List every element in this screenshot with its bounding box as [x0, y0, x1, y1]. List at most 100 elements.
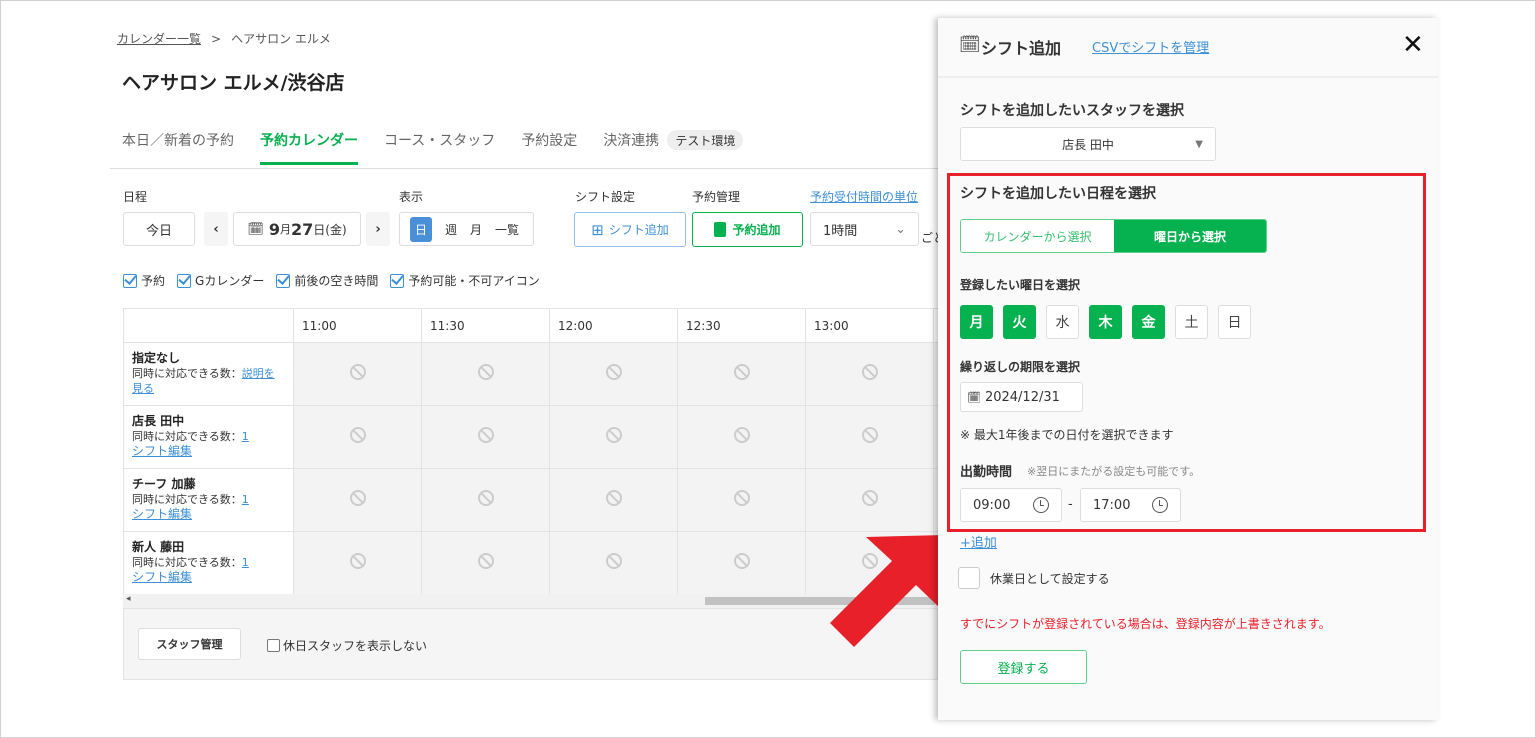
view-day[interactable]: 日 — [410, 217, 432, 242]
shift-add-button[interactable]: ⊞シフト追加 — [574, 212, 686, 247]
slot-cell[interactable] — [678, 343, 806, 406]
staff-cell: チーフ 加藤同時に対応できる数：1 シフト編集 — [124, 469, 294, 532]
slot-cell[interactable] — [678, 406, 806, 469]
capacity-link[interactable]: 1 — [242, 556, 249, 569]
time-unit-link[interactable]: 予約受付時間の単位 — [810, 188, 918, 205]
capacity-label: 同時に対応できる数： — [132, 493, 242, 506]
slot-cell[interactable] — [678, 469, 806, 532]
view-month[interactable]: 月 — [470, 221, 482, 238]
slot-cell[interactable] — [422, 532, 550, 595]
unavailable-icon — [350, 490, 366, 506]
capacity-link[interactable]: 1 — [242, 493, 249, 506]
view-week[interactable]: 週 — [445, 221, 457, 238]
slot-cell[interactable] — [678, 532, 806, 595]
tab-today[interactable]: 本日／新着の予約 — [122, 130, 234, 165]
date-suffix: 日(金) — [313, 221, 346, 238]
repeat-date-input[interactable]: 🗓 2024/12/31 — [960, 382, 1083, 412]
day-thu[interactable]: 木 — [1089, 305, 1122, 339]
slot-cell[interactable] — [806, 469, 934, 532]
staff-cell: 指定なし同時に対応できる数：説明を見る — [124, 343, 294, 406]
capacity-label: 同時に対応できる数： — [132, 556, 242, 569]
time-header: 13:00 — [806, 309, 934, 343]
shift-edit-link[interactable]: シフト編集 — [132, 507, 192, 521]
tab-course-staff[interactable]: コース・スタッフ — [384, 130, 495, 165]
filter-gcalendar[interactable]: Gカレンダー — [177, 272, 264, 289]
staff-manage-button[interactable]: スタッフ管理 — [138, 628, 241, 660]
slot-cell[interactable] — [806, 406, 934, 469]
tab-settings[interactable]: 予約設定 — [521, 130, 577, 165]
breadcrumb-calendar-list[interactable]: カレンダー一覧 — [117, 32, 201, 46]
repeat-date-value: 2024/12/31 — [985, 390, 1060, 405]
staff-select[interactable]: 店長 田中 ▼ — [960, 127, 1216, 161]
slot-cell[interactable] — [422, 469, 550, 532]
day-sun[interactable]: 日 — [1218, 305, 1251, 339]
add-time-link[interactable]: +追加 — [960, 532, 997, 551]
work-time-label: 出勤時間 — [960, 461, 1012, 480]
slot-cell[interactable] — [294, 406, 422, 469]
slot-cell[interactable] — [550, 532, 678, 595]
caret-down-icon: ▼ — [1195, 139, 1203, 150]
shift-edit-link[interactable]: シフト編集 — [132, 444, 192, 458]
slot-cell[interactable] — [422, 343, 550, 406]
chevron-down-icon: ⌄ — [895, 222, 906, 237]
slot-cell[interactable] — [550, 343, 678, 406]
day-tue[interactable]: 火 — [1003, 305, 1036, 339]
calendar-table-wrap: 11:0011:3012:0012:3013:00 指定なし同時に対応できる数：… — [123, 308, 938, 595]
reservation-add-button[interactable]: 予約追加 — [692, 212, 803, 247]
staff-name: チーフ 加藤 — [132, 477, 195, 491]
time-unit-select[interactable]: 1時間⌄ — [810, 212, 919, 246]
tab-calendar[interactable]: 予約カレンダー — [260, 130, 358, 165]
date-select-label: シフトを追加したい日程を選択 — [960, 183, 1156, 203]
unavailable-icon — [734, 364, 750, 380]
slot-cell[interactable] — [806, 343, 934, 406]
checkbox[interactable] — [958, 567, 980, 589]
scroll-left-arrow-icon[interactable]: ◂ — [126, 594, 131, 604]
slot-cell[interactable] — [294, 469, 422, 532]
slot-cell[interactable] — [550, 469, 678, 532]
unavailable-icon — [606, 553, 622, 569]
unavailable-icon — [606, 490, 622, 506]
slot-cell[interactable] — [550, 406, 678, 469]
panel-header: 🗓 シフト追加 CSVでシフトを管理 ✕ — [938, 18, 1438, 78]
slot-cell[interactable] — [294, 343, 422, 406]
holiday-checkbox[interactable]: 休業日として設定する — [958, 567, 1110, 589]
register-button[interactable]: 登録する — [960, 650, 1087, 684]
next-day-button[interactable]: › — [366, 212, 390, 246]
close-icon[interactable]: ✕ — [1402, 30, 1424, 60]
mode-weekday-button[interactable]: 曜日から選択 — [1114, 220, 1266, 252]
slot-cell[interactable] — [294, 532, 422, 595]
view-list[interactable]: 一覧 — [495, 221, 519, 238]
horizontal-scrollbar[interactable]: ◂ — [123, 594, 938, 608]
mode-calendar-button[interactable]: カレンダーから選択 — [961, 220, 1114, 252]
filter-availability-icon[interactable]: 予約可能・不可アイコン — [390, 272, 539, 289]
day-fri[interactable]: 金 — [1132, 305, 1165, 339]
csv-manage-link[interactable]: CSVでシフトを管理 — [1092, 37, 1209, 56]
unavailable-icon — [606, 427, 622, 443]
checkbox[interactable] — [267, 639, 280, 652]
day-sat[interactable]: 土 — [1175, 305, 1208, 339]
table-header-row: 11:0011:3012:0012:3013:00 — [124, 309, 939, 343]
capacity-label: 同時に対応できる数： — [132, 367, 242, 380]
prev-day-button[interactable]: ‹ — [204, 212, 228, 246]
filter-reservation[interactable]: 予約 — [123, 272, 165, 289]
today-button[interactable]: 今日 — [123, 212, 195, 246]
start-time-input[interactable]: 09:00 — [960, 488, 1062, 522]
staff-select-value: 店長 田中 — [1062, 136, 1114, 153]
table-footer: スタッフ管理 休日スタッフを表示しない — [123, 608, 938, 680]
calendar-icon: 🗓 — [967, 391, 981, 404]
filter-label: 予約可能・不可アイコン — [408, 272, 539, 289]
day-wed[interactable]: 水 — [1046, 305, 1079, 339]
end-time-input[interactable]: 17:00 — [1080, 488, 1181, 522]
checkbox-checked-icon — [276, 274, 290, 288]
hide-off-staff-checkbox[interactable]: 休日スタッフを表示しない — [267, 637, 427, 654]
slot-cell[interactable] — [422, 406, 550, 469]
capacity-link[interactable]: 1 — [242, 430, 249, 443]
start-time-value: 09:00 — [973, 498, 1010, 513]
filter-free-time[interactable]: 前後の空き時間 — [276, 272, 378, 289]
time-header: 12:30 — [678, 309, 806, 343]
tab-payment[interactable]: 決済連携 — [603, 130, 659, 165]
day-mon[interactable]: 月 — [960, 305, 993, 339]
shift-edit-link[interactable]: シフト編集 — [132, 570, 192, 584]
hide-off-label: 休日スタッフを表示しない — [283, 637, 427, 654]
date-picker[interactable]: 🗓9月27日(金) — [233, 212, 361, 246]
